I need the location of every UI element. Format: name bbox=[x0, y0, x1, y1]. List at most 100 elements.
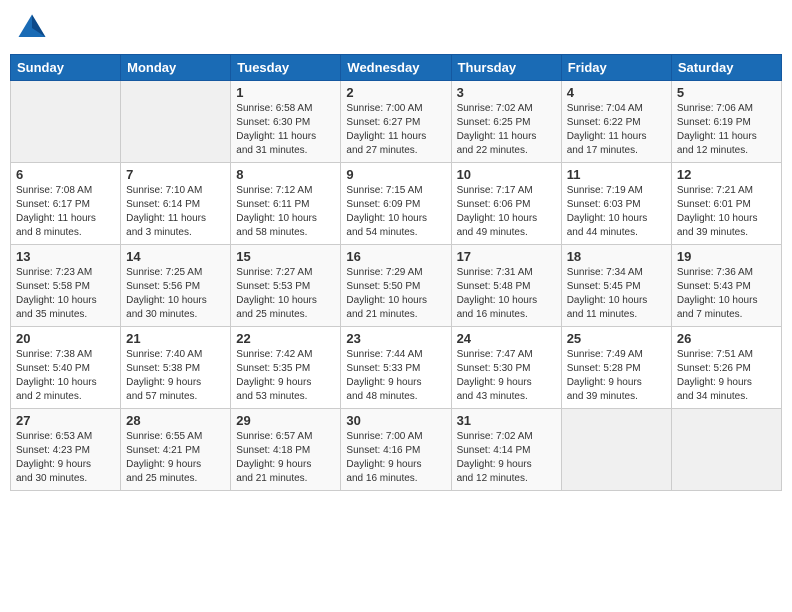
calendar-day-cell: 16 Sunrise: 7:29 AM Sunset: 5:50 PM Dayli… bbox=[341, 245, 451, 327]
day-number: 24 bbox=[457, 331, 556, 346]
calendar-day-cell: 10 Sunrise: 7:17 AM Sunset: 6:06 PM Dayli… bbox=[451, 163, 561, 245]
day-info: Sunrise: 6:57 AM Sunset: 4:18 PM Dayligh… bbox=[236, 430, 335, 486]
day-number: 26 bbox=[677, 331, 776, 346]
calendar-table: SundayMondayTuesdayWednesdayThursdayFrid… bbox=[10, 54, 782, 491]
calendar-day-cell: 4 Sunrise: 7:04 AM Sunset: 6:22 PM Daylig… bbox=[561, 81, 671, 163]
day-number: 11 bbox=[567, 167, 666, 182]
day-info: Sunrise: 7:17 AM Sunset: 6:06 PM Dayligh… bbox=[457, 184, 556, 240]
calendar-day-cell: 19Sunrise: 7:36 AM Sunset: 5:43 PM Dayli… bbox=[671, 245, 781, 327]
day-of-week-header: Monday bbox=[121, 55, 231, 81]
calendar-day-cell: 2 Sunrise: 7:00 AM Sunset: 6:27 PM Daylig… bbox=[341, 81, 451, 163]
day-number: 21 bbox=[126, 331, 225, 346]
day-info: Sunrise: 7:19 AM Sunset: 6:03 PM Dayligh… bbox=[567, 184, 666, 240]
day-info: Sunrise: 7:36 AM Sunset: 5:43 PM Dayligh… bbox=[677, 266, 776, 322]
day-info: Sunrise: 7:31 AM Sunset: 5:48 PM Dayligh… bbox=[457, 266, 556, 322]
day-number: 15 bbox=[236, 249, 335, 264]
day-info: Sunrise: 7:15 AM Sunset: 6:09 PM Dayligh… bbox=[346, 184, 445, 240]
calendar-day-cell: 12 Sunrise: 7:21 AM Sunset: 6:01 PM Dayli… bbox=[671, 163, 781, 245]
calendar-week-row: 20 Sunrise: 7:38 AM Sunset: 5:40 PM Dayli… bbox=[11, 327, 782, 409]
day-info: Sunrise: 7:34 AM Sunset: 5:45 PM Dayligh… bbox=[567, 266, 666, 322]
calendar-day-cell: 13Sunrise: 7:23 AM Sunset: 5:58 PM Dayli… bbox=[11, 245, 121, 327]
logo-icon bbox=[14, 10, 50, 46]
day-of-week-header: Sunday bbox=[11, 55, 121, 81]
day-number: 2 bbox=[346, 85, 445, 100]
calendar-day-cell: 30 Sunrise: 7:00 AM Sunset: 4:16 PM Dayli… bbox=[341, 409, 451, 491]
calendar-day-cell bbox=[11, 81, 121, 163]
day-info: Sunrise: 7:04 AM Sunset: 6:22 PM Dayligh… bbox=[567, 102, 666, 158]
calendar-header-row: SundayMondayTuesdayWednesdayThursdayFrid… bbox=[11, 55, 782, 81]
logo bbox=[14, 10, 54, 46]
day-number: 14 bbox=[126, 249, 225, 264]
day-number: 12 bbox=[677, 167, 776, 182]
day-number: 25 bbox=[567, 331, 666, 346]
day-number: 30 bbox=[346, 413, 445, 428]
day-info: Sunrise: 7:29 AM Sunset: 5:50 PM Dayligh… bbox=[346, 266, 445, 322]
calendar-day-cell: 6Sunrise: 7:08 AM Sunset: 6:17 PM Daylig… bbox=[11, 163, 121, 245]
day-number: 4 bbox=[567, 85, 666, 100]
day-info: Sunrise: 7:44 AM Sunset: 5:33 PM Dayligh… bbox=[346, 348, 445, 404]
day-of-week-header: Friday bbox=[561, 55, 671, 81]
calendar-day-cell: 15 Sunrise: 7:27 AM Sunset: 5:53 PM Dayli… bbox=[231, 245, 341, 327]
day-of-week-header: Tuesday bbox=[231, 55, 341, 81]
calendar-day-cell: 28 Sunrise: 6:55 AM Sunset: 4:21 PM Dayli… bbox=[121, 409, 231, 491]
calendar-week-row: 13Sunrise: 7:23 AM Sunset: 5:58 PM Dayli… bbox=[11, 245, 782, 327]
day-info: Sunrise: 7:02 AM Sunset: 6:25 PM Dayligh… bbox=[457, 102, 556, 158]
day-info: Sunrise: 7:27 AM Sunset: 5:53 PM Dayligh… bbox=[236, 266, 335, 322]
calendar-day-cell: 18Sunrise: 7:34 AM Sunset: 5:45 PM Dayli… bbox=[561, 245, 671, 327]
day-number: 1 bbox=[236, 85, 335, 100]
day-number: 17 bbox=[457, 249, 556, 264]
day-info: Sunrise: 7:42 AM Sunset: 5:35 PM Dayligh… bbox=[236, 348, 335, 404]
day-number: 23 bbox=[346, 331, 445, 346]
day-number: 31 bbox=[457, 413, 556, 428]
calendar-day-cell bbox=[121, 81, 231, 163]
calendar-day-cell: 25 Sunrise: 7:49 AM Sunset: 5:28 PM Dayli… bbox=[561, 327, 671, 409]
calendar-day-cell bbox=[561, 409, 671, 491]
day-of-week-header: Thursday bbox=[451, 55, 561, 81]
day-info: Sunrise: 7:38 AM Sunset: 5:40 PM Dayligh… bbox=[16, 348, 115, 404]
day-of-week-header: Saturday bbox=[671, 55, 781, 81]
calendar-day-cell: 27Sunrise: 6:53 AM Sunset: 4:23 PM Dayli… bbox=[11, 409, 121, 491]
day-info: Sunrise: 7:00 AM Sunset: 6:27 PM Dayligh… bbox=[346, 102, 445, 158]
day-info: Sunrise: 7:12 AM Sunset: 6:11 PM Dayligh… bbox=[236, 184, 335, 240]
day-number: 22 bbox=[236, 331, 335, 346]
day-info: Sunrise: 6:58 AM Sunset: 6:30 PM Dayligh… bbox=[236, 102, 335, 158]
calendar-day-cell: 8 Sunrise: 7:12 AM Sunset: 6:11 PM Daylig… bbox=[231, 163, 341, 245]
calendar-day-cell: 5Sunrise: 7:06 AM Sunset: 6:19 PM Daylig… bbox=[671, 81, 781, 163]
calendar-day-cell: 9Sunrise: 7:15 AM Sunset: 6:09 PM Daylig… bbox=[341, 163, 451, 245]
calendar-day-cell: 7 Sunrise: 7:10 AM Sunset: 6:14 PM Daylig… bbox=[121, 163, 231, 245]
calendar-day-cell: 23 Sunrise: 7:44 AM Sunset: 5:33 PM Dayli… bbox=[341, 327, 451, 409]
day-number: 6 bbox=[16, 167, 115, 182]
day-number: 8 bbox=[236, 167, 335, 182]
calendar-day-cell: 26Sunrise: 7:51 AM Sunset: 5:26 PM Dayli… bbox=[671, 327, 781, 409]
day-info: Sunrise: 7:49 AM Sunset: 5:28 PM Dayligh… bbox=[567, 348, 666, 404]
calendar-day-cell: 14 Sunrise: 7:25 AM Sunset: 5:56 PM Dayli… bbox=[121, 245, 231, 327]
day-info: Sunrise: 7:25 AM Sunset: 5:56 PM Dayligh… bbox=[126, 266, 225, 322]
day-number: 20 bbox=[16, 331, 115, 346]
day-info: Sunrise: 6:53 AM Sunset: 4:23 PM Dayligh… bbox=[16, 430, 115, 486]
day-number: 7 bbox=[126, 167, 225, 182]
calendar-day-cell: 24Sunrise: 7:47 AM Sunset: 5:30 PM Dayli… bbox=[451, 327, 561, 409]
day-info: Sunrise: 7:02 AM Sunset: 4:14 PM Dayligh… bbox=[457, 430, 556, 486]
day-number: 5 bbox=[677, 85, 776, 100]
calendar-week-row: 1 Sunrise: 6:58 AM Sunset: 6:30 PM Daylig… bbox=[11, 81, 782, 163]
day-number: 29 bbox=[236, 413, 335, 428]
calendar-day-cell bbox=[671, 409, 781, 491]
calendar-week-row: 27Sunrise: 6:53 AM Sunset: 4:23 PM Dayli… bbox=[11, 409, 782, 491]
calendar-day-cell: 20 Sunrise: 7:38 AM Sunset: 5:40 PM Dayli… bbox=[11, 327, 121, 409]
day-info: Sunrise: 7:23 AM Sunset: 5:58 PM Dayligh… bbox=[16, 266, 115, 322]
day-info: Sunrise: 7:21 AM Sunset: 6:01 PM Dayligh… bbox=[677, 184, 776, 240]
day-of-week-header: Wednesday bbox=[341, 55, 451, 81]
day-number: 16 bbox=[346, 249, 445, 264]
calendar-day-cell: 21 Sunrise: 7:40 AM Sunset: 5:38 PM Dayli… bbox=[121, 327, 231, 409]
calendar-day-cell: 17 Sunrise: 7:31 AM Sunset: 5:48 PM Dayli… bbox=[451, 245, 561, 327]
calendar-day-cell: 1 Sunrise: 6:58 AM Sunset: 6:30 PM Daylig… bbox=[231, 81, 341, 163]
page-header bbox=[10, 10, 782, 46]
day-number: 3 bbox=[457, 85, 556, 100]
day-info: Sunrise: 7:40 AM Sunset: 5:38 PM Dayligh… bbox=[126, 348, 225, 404]
day-number: 28 bbox=[126, 413, 225, 428]
day-info: Sunrise: 6:55 AM Sunset: 4:21 PM Dayligh… bbox=[126, 430, 225, 486]
day-info: Sunrise: 7:10 AM Sunset: 6:14 PM Dayligh… bbox=[126, 184, 225, 240]
calendar-week-row: 6Sunrise: 7:08 AM Sunset: 6:17 PM Daylig… bbox=[11, 163, 782, 245]
day-info: Sunrise: 7:00 AM Sunset: 4:16 PM Dayligh… bbox=[346, 430, 445, 486]
day-number: 10 bbox=[457, 167, 556, 182]
